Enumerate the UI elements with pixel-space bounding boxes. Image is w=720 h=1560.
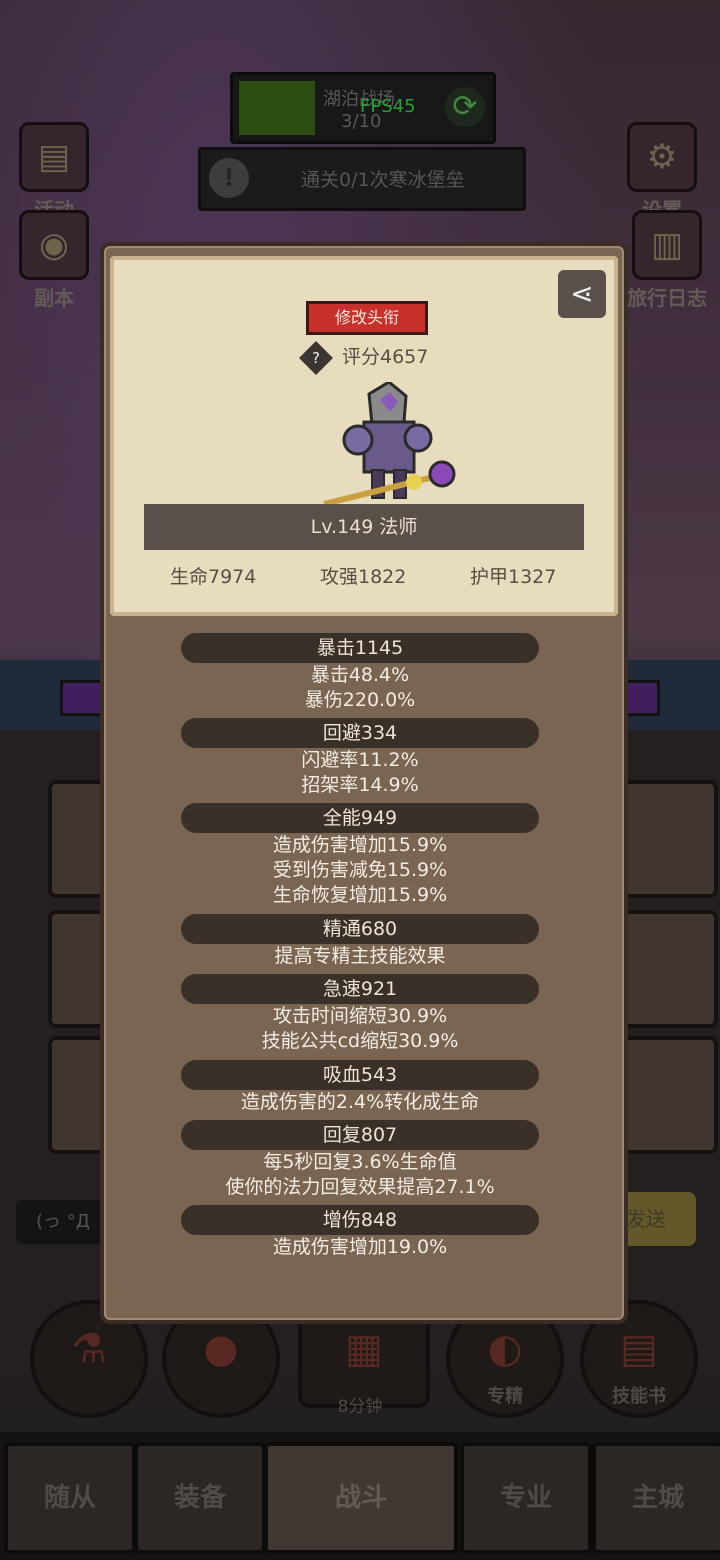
stat-line: 造成伤害增加19.0% <box>272 1236 448 1258</box>
stat-group-versatility: 全能949 造成伤害增加15.9% 受到伤害减免15.9% 生命恢复增加15.9… <box>104 803 616 908</box>
mage-character-sprite <box>323 382 456 507</box>
stat-line: 生命恢复增加15.9% <box>272 884 448 906</box>
stat-attack: 攻强1822 <box>320 566 407 588</box>
stat-line: 暴击48.4% <box>310 664 410 686</box>
score-row: ? 评分4657 <box>299 340 429 375</box>
character-card: ⋖ 修改头衔 ? 评分4657 Lv.149 法师 生命7974 攻强1822 护… <box>110 256 618 616</box>
stat-group-haste: 急速921 攻击时间缩短30.9% 技能公共cd缩短30.9% <box>104 974 616 1054</box>
stat-group-mastery: 精通680 提高专精主技能效果 <box>104 914 616 969</box>
level-class-bar: Lv.149 法师 <box>144 504 584 550</box>
character-stats-modal: ⋖ 修改头衔 ? 评分4657 Lv.149 法师 生命7974 攻强1822 护… <box>100 242 628 1324</box>
stat-line: 造成伤害增加15.9% <box>272 834 448 856</box>
stat-group-crit: 暴击1145 暴击48.4% 暴伤220.0% <box>104 633 616 713</box>
stat-group-recovery: 回复807 每5秒回复3.6%生命值 使你的法力回复效果提高27.1% <box>104 1120 616 1200</box>
change-title-button[interactable]: 修改头衔 <box>306 301 428 335</box>
basic-stats: 生命7974 攻强1822 护甲1327 <box>114 562 614 592</box>
stat-header: 精通680 <box>181 914 539 944</box>
stat-line: 技能公共cd缩短30.9% <box>261 1030 459 1052</box>
stat-header: 全能949 <box>181 803 539 833</box>
stat-header: 回复807 <box>181 1120 539 1150</box>
stat-line: 每5秒回复3.6%生命值 <box>263 1151 457 1173</box>
stat-header: 急速921 <box>181 974 539 1004</box>
stat-line: 受到伤害减免15.9% <box>272 859 448 881</box>
stat-line: 攻击时间缩短30.9% <box>272 1005 448 1027</box>
share-icon[interactable]: ⋖ <box>558 270 606 318</box>
stat-line: 暴伤220.0% <box>304 689 416 711</box>
stat-line: 提高专精主技能效果 <box>274 945 446 967</box>
stat-line: 使你的法力回复效果提高27.1% <box>225 1176 495 1198</box>
stat-line: 招架率14.9% <box>301 774 419 796</box>
stat-group-damage-boost: 增伤848 造成伤害增加19.0% <box>104 1205 616 1260</box>
stat-armor: 护甲1327 <box>470 566 557 588</box>
stat-group-lifesteal: 吸血543 造成伤害的2.4%转化成生命 <box>104 1060 616 1115</box>
help-icon[interactable]: ? <box>299 340 333 375</box>
stat-hp: 生命7974 <box>170 566 257 588</box>
stat-header: 吸血543 <box>181 1060 539 1090</box>
stat-group-dodge: 回避334 闪避率11.2% 招架率14.9% <box>104 718 616 798</box>
stat-line: 造成伤害的2.4%转化成生命 <box>240 1091 480 1113</box>
stat-header: 增伤848 <box>181 1205 539 1235</box>
stat-header: 暴击1145 <box>181 633 539 663</box>
stat-header: 回避334 <box>181 718 539 748</box>
score-text: 评分4657 <box>342 346 429 368</box>
stat-line: 闪避率11.2% <box>301 749 419 771</box>
